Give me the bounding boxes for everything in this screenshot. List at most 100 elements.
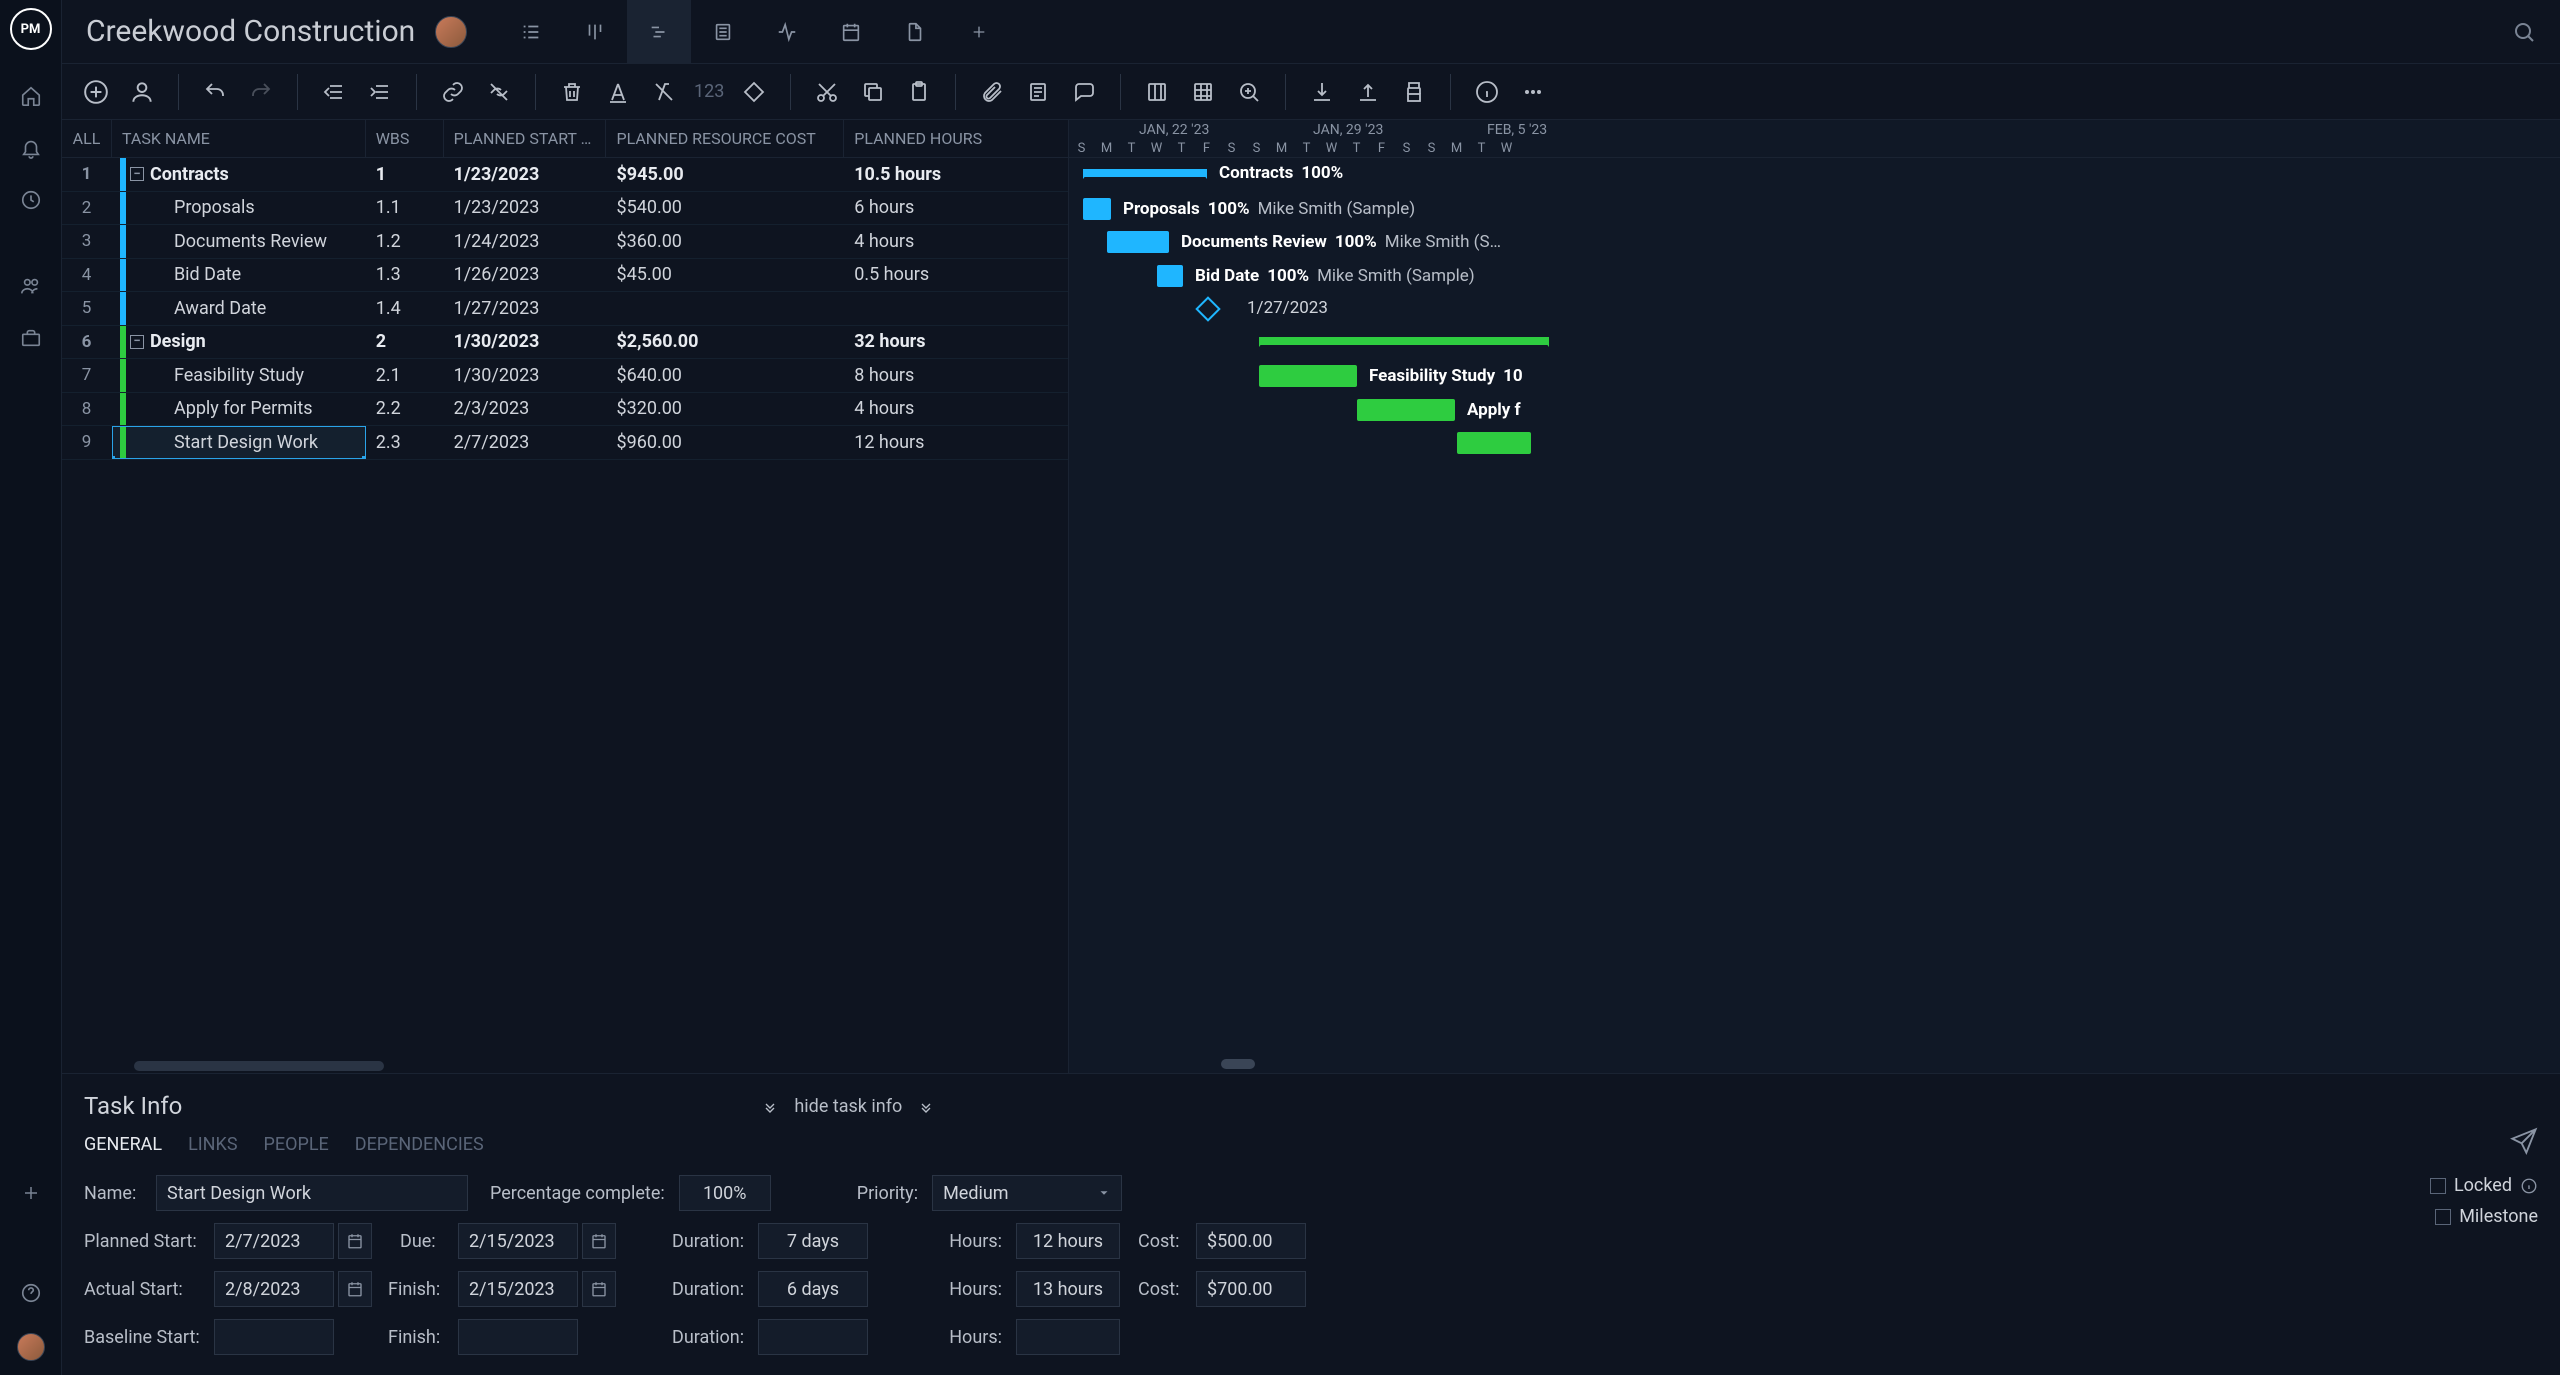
priority-select[interactable]: Medium	[932, 1175, 1122, 1211]
table-row[interactable]: 1 −Contracts 1 1/23/2023 $945.00 10.5 ho…	[62, 158, 1068, 192]
gantt-bar[interactable]: Proposals 100% Mike Smith (Sample)	[1083, 198, 1111, 220]
planned-hours-input[interactable]	[1016, 1223, 1120, 1259]
table-row[interactable]: 8 Apply for Permits 2.2 2/3/2023 $320.00…	[62, 393, 1068, 427]
table-row[interactable]: 9 Start Design Work 2.3 2/7/2023 $960.00…	[62, 426, 1068, 460]
outdent-button[interactable]	[318, 76, 350, 108]
clear-format-button[interactable]	[648, 76, 680, 108]
table-row[interactable]: 3 Documents Review 1.2 1/24/2023 $360.00…	[62, 225, 1068, 259]
gantt-bar[interactable]	[1259, 337, 1549, 345]
col-all[interactable]: ALL	[62, 120, 112, 157]
calendar-icon[interactable]	[582, 1223, 616, 1259]
baseline-finish-input[interactable]	[458, 1319, 578, 1355]
col-cost[interactable]: PLANNED RESOURCE COST	[606, 120, 844, 157]
indent-button[interactable]	[364, 76, 396, 108]
send-icon[interactable]	[2510, 1127, 2538, 1155]
actual-hours-input[interactable]	[1016, 1271, 1120, 1307]
col-task-name[interactable]: TASK NAME	[112, 120, 366, 157]
user-avatar-small[interactable]	[17, 1333, 45, 1361]
planned-duration-input[interactable]	[758, 1223, 868, 1259]
calendar-view-tab[interactable]	[819, 0, 883, 64]
copy-button[interactable]	[857, 76, 889, 108]
files-view-tab[interactable]	[883, 0, 947, 64]
col-hours[interactable]: PLANNED HOURS	[844, 120, 1068, 157]
info-button[interactable]	[1471, 76, 1503, 108]
zoom-button[interactable]	[1233, 76, 1265, 108]
add-icon[interactable]	[19, 1181, 43, 1205]
unlink-button[interactable]	[483, 76, 515, 108]
calendar-icon[interactable]	[338, 1223, 372, 1259]
list-view-tab[interactable]	[499, 0, 563, 64]
tab-links[interactable]: LINKS	[188, 1134, 237, 1155]
board-view-tab[interactable]	[563, 0, 627, 64]
more-button[interactable]	[1517, 76, 1549, 108]
gantt-bar[interactable]: Bid Date 100% Mike Smith (Sample)	[1157, 265, 1183, 287]
gantt-bar[interactable]: Contracts 100%	[1083, 169, 1207, 177]
grid-h-scroll[interactable]	[62, 1059, 1068, 1073]
gantt-bar[interactable]	[1457, 432, 1531, 454]
calendar-icon[interactable]	[582, 1271, 616, 1307]
help-icon[interactable]	[19, 1281, 43, 1305]
diamond-icon[interactable]	[738, 76, 770, 108]
table-row[interactable]: 2 Proposals 1.1 1/23/2023 $540.00 6 hour…	[62, 192, 1068, 226]
add-view-tab[interactable]	[947, 0, 1011, 64]
print-button[interactable]	[1398, 76, 1430, 108]
locked-checkbox[interactable]: Locked	[2430, 1175, 2538, 1196]
gantt-bar[interactable]: Feasibility Study 10	[1259, 365, 1357, 387]
app-logo[interactable]: PM	[10, 8, 52, 50]
attachment-button[interactable]	[976, 76, 1008, 108]
gantt-h-scroll[interactable]	[1069, 1059, 2560, 1069]
notifications-icon[interactable]	[19, 136, 43, 160]
briefcase-icon[interactable]	[19, 326, 43, 350]
due-input[interactable]	[458, 1223, 578, 1259]
table-row[interactable]: 4 Bid Date 1.3 1/26/2023 $45.00 0.5 hour…	[62, 259, 1068, 293]
redo-button[interactable]	[245, 76, 277, 108]
search-icon[interactable]	[2512, 20, 2536, 44]
link-button[interactable]	[437, 76, 469, 108]
activity-view-tab[interactable]	[755, 0, 819, 64]
recent-icon[interactable]	[19, 188, 43, 212]
milestone-checkbox[interactable]: Milestone	[2435, 1206, 2538, 1227]
baseline-duration-input[interactable]	[758, 1319, 868, 1355]
assign-button[interactable]	[126, 76, 158, 108]
tab-general[interactable]: GENERAL	[84, 1134, 162, 1155]
grid-button[interactable]	[1187, 76, 1219, 108]
columns-button[interactable]	[1141, 76, 1173, 108]
name-input[interactable]	[156, 1175, 468, 1211]
paste-button[interactable]	[903, 76, 935, 108]
tab-people[interactable]: PEOPLE	[264, 1134, 329, 1155]
team-icon[interactable]	[19, 274, 43, 298]
planned-start-input[interactable]	[214, 1223, 334, 1259]
gantt-bar[interactable]: Documents Review 100% Mike Smith (S…	[1107, 231, 1169, 253]
cut-button[interactable]	[811, 76, 843, 108]
project-avatar[interactable]	[435, 16, 467, 48]
sheet-view-tab[interactable]	[691, 0, 755, 64]
import-button[interactable]	[1306, 76, 1338, 108]
table-row[interactable]: 6 −Design 2 1/30/2023 $2,560.00 32 hours	[62, 326, 1068, 360]
table-row[interactable]: 7 Feasibility Study 2.1 1/30/2023 $640.0…	[62, 359, 1068, 393]
gantt-bar[interactable]: Apply f	[1357, 399, 1455, 421]
delete-button[interactable]	[556, 76, 588, 108]
actual-start-input[interactable]	[214, 1271, 334, 1307]
text-style-button[interactable]	[602, 76, 634, 108]
actual-duration-input[interactable]	[758, 1271, 868, 1307]
pct-input[interactable]	[679, 1175, 771, 1211]
note-button[interactable]	[1022, 76, 1054, 108]
col-wbs[interactable]: WBS	[366, 120, 444, 157]
actual-cost-input[interactable]	[1196, 1271, 1306, 1307]
gantt-milestone[interactable]	[1195, 296, 1220, 321]
home-icon[interactable]	[19, 84, 43, 108]
finish-input[interactable]	[458, 1271, 578, 1307]
undo-button[interactable]	[199, 76, 231, 108]
export-button[interactable]	[1352, 76, 1384, 108]
baseline-start-input[interactable]	[214, 1319, 334, 1355]
hide-task-info-button[interactable]: hide task info	[762, 1096, 934, 1117]
table-row[interactable]: 5 Award Date 1.4 1/27/2023	[62, 292, 1068, 326]
gantt-view-tab[interactable]	[627, 0, 691, 64]
comment-button[interactable]	[1068, 76, 1100, 108]
add-task-button[interactable]	[80, 76, 112, 108]
planned-cost-input[interactable]	[1196, 1223, 1306, 1259]
col-start[interactable]: PLANNED START …	[444, 120, 607, 157]
tab-dependencies[interactable]: DEPENDENCIES	[355, 1134, 484, 1155]
calendar-icon[interactable]	[338, 1271, 372, 1307]
baseline-hours-input[interactable]	[1016, 1319, 1120, 1355]
